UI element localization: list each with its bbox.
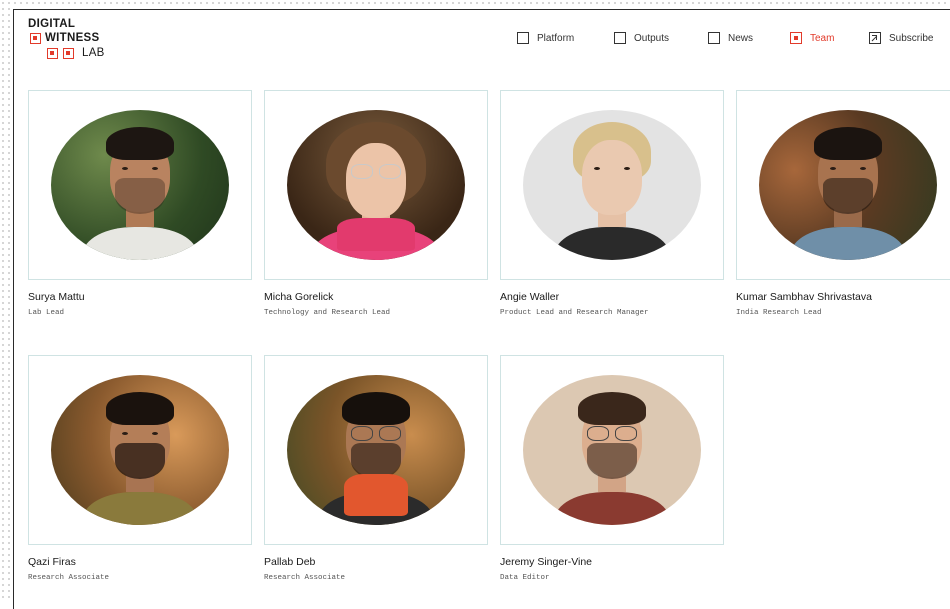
nav-label: Subscribe (889, 32, 934, 44)
nav-label: Team (810, 32, 835, 44)
member-name: Micha Gorelick (264, 291, 334, 303)
page: DIGITAL WITNESS LAB Platform Outputs New… (13, 9, 950, 609)
team-card[interactable]: Micha Gorelick Technology and Research L… (264, 90, 488, 317)
avatar (523, 375, 701, 525)
member-role: Product Lead and Research Manager (500, 309, 649, 317)
team-card[interactable]: Angie Waller Product Lead and Research M… (500, 90, 724, 317)
team-card[interactable]: Qazi Firas Research Associate (28, 355, 252, 582)
logo-square-icon (30, 33, 41, 44)
logo-line-witness: WITNESS (45, 32, 100, 44)
nav-item-outputs[interactable]: Outputs (614, 32, 669, 44)
checkbox-icon (708, 32, 720, 44)
member-name: Jeremy Singer-Vine (500, 556, 593, 568)
member-role: Technology and Research Lead (264, 309, 391, 317)
member-name: Surya Mattu (28, 291, 85, 303)
logo-line-digital: DIGITAL (28, 18, 76, 30)
nav-label: Platform (537, 32, 575, 44)
team-card[interactable]: Jeremy Singer-Vine Data Editor (500, 355, 724, 582)
photo-frame (264, 90, 488, 280)
member-name: Angie Waller (500, 291, 560, 303)
photo-frame (264, 355, 488, 545)
photo-frame (500, 90, 724, 280)
team-card[interactable]: Kumar Sambhav Shrivastava India Research… (736, 90, 950, 317)
avatar (759, 110, 937, 260)
member-role: Lab Lead (28, 309, 65, 317)
logo-square-icon (47, 48, 58, 59)
logo-square-icon (63, 48, 74, 59)
team-card[interactable]: Surya Mattu Lab Lead (28, 90, 252, 317)
avatar (51, 375, 229, 525)
dotted-border-left (0, 0, 12, 599)
photo-frame (736, 90, 950, 280)
avatar (287, 375, 465, 525)
photo-frame (500, 355, 724, 545)
checkbox-icon (614, 32, 626, 44)
team-card[interactable]: Pallab Deb Research Associate (264, 355, 488, 582)
logo-line-lab: LAB (82, 47, 105, 59)
photo-frame (28, 355, 252, 545)
nav-label: Outputs (634, 32, 670, 44)
external-arrow-icon (869, 32, 881, 44)
member-role: India Research Lead (736, 309, 822, 317)
checkbox-filled-icon (790, 32, 802, 44)
nav-item-team[interactable]: Team (790, 32, 834, 44)
avatar (51, 110, 229, 260)
nav-item-subscribe[interactable]: Subscribe (869, 32, 933, 44)
avatar (523, 110, 701, 260)
nav-item-platform[interactable]: Platform (517, 32, 574, 44)
member-name: Kumar Sambhav Shrivastava (736, 291, 872, 303)
nav-item-news[interactable]: News (708, 32, 753, 44)
member-role: Research Associate (264, 574, 346, 582)
photo-frame (28, 90, 252, 280)
member-role: Research Associate (28, 574, 110, 582)
member-name: Qazi Firas (28, 556, 76, 568)
checkbox-icon (517, 32, 529, 44)
member-role: Data Editor (500, 574, 550, 582)
avatar (287, 110, 465, 260)
member-name: Pallab Deb (264, 556, 316, 568)
logo[interactable]: DIGITAL WITNESS LAB (28, 18, 138, 70)
dotted-border-top (0, 0, 950, 8)
nav-label: News (728, 32, 754, 44)
